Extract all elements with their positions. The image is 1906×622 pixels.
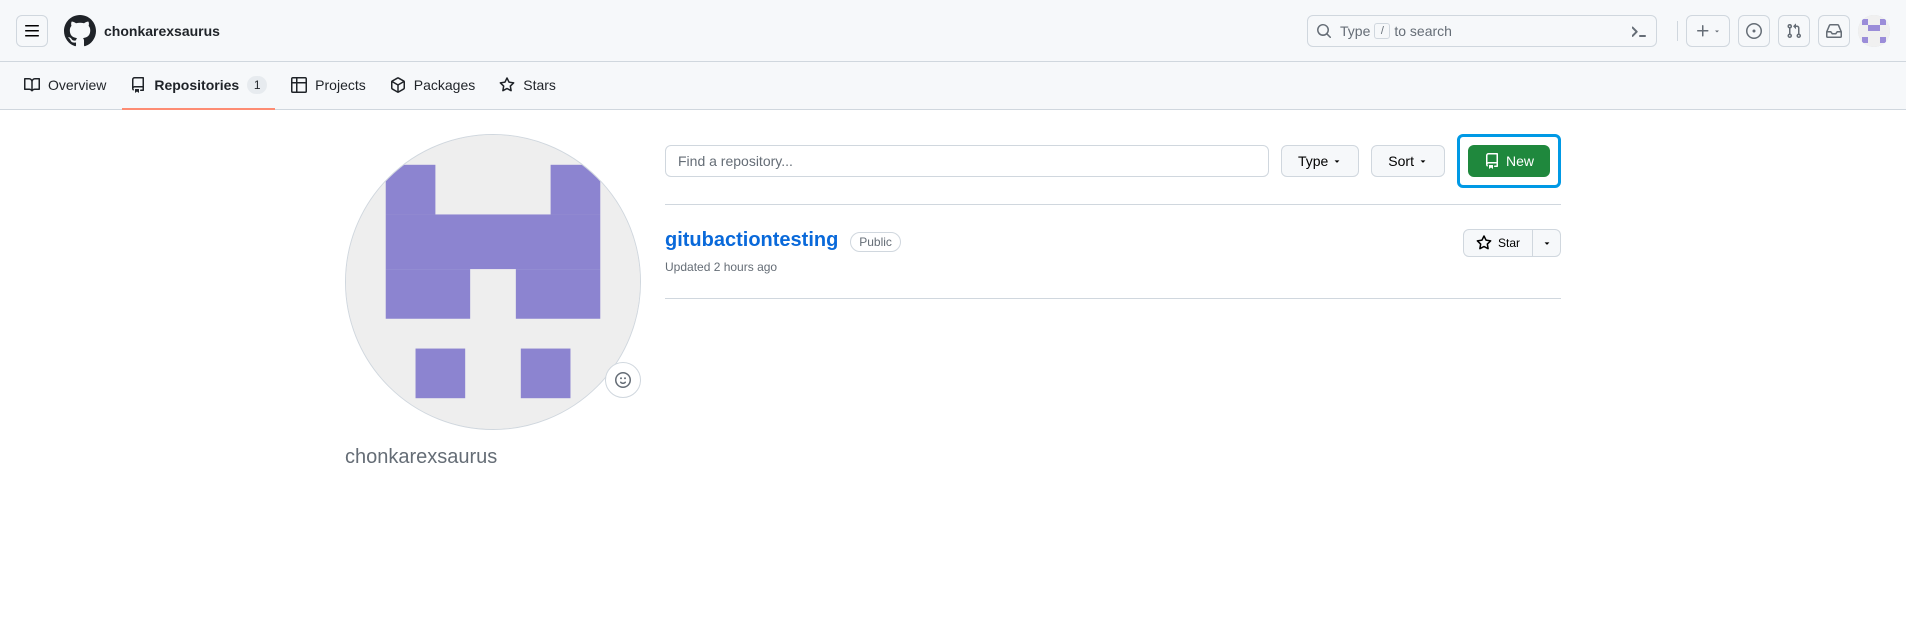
set-status-button[interactable] <box>605 362 641 398</box>
repo-updated-text: Updated 2 hours ago <box>665 260 901 274</box>
git-pull-request-icon <box>1786 23 1802 39</box>
tab-overview-label: Overview <box>48 77 106 93</box>
new-repository-button[interactable]: New <box>1468 145 1550 177</box>
tab-stars[interactable]: Stars <box>491 62 564 110</box>
star-icon <box>499 77 515 93</box>
three-bars-icon <box>24 23 40 39</box>
plus-icon <box>1695 23 1711 39</box>
user-avatar-large[interactable] <box>345 134 641 430</box>
new-button-highlight: New <box>1457 134 1561 188</box>
type-filter-label: Type <box>1298 153 1328 169</box>
tab-overview[interactable]: Overview <box>16 62 114 110</box>
repo-icon <box>130 77 146 93</box>
book-icon <box>24 77 40 93</box>
search-placeholder: Type / to search <box>1340 23 1632 39</box>
sort-filter-label: Sort <box>1388 153 1414 169</box>
table-icon <box>291 77 307 93</box>
identicon-small-icon <box>1858 15 1890 47</box>
tab-repositories-label: Repositories <box>154 77 239 93</box>
sidebar-username: chonkarexsaurus <box>345 446 641 469</box>
issue-opened-icon <box>1746 23 1762 39</box>
repo-visibility-badge: Public <box>850 232 901 252</box>
repo-toolbar: Type Sort New <box>665 134 1561 188</box>
header-divider <box>1677 21 1678 41</box>
global-header: chonkarexsaurus Type / to search <box>0 0 1906 62</box>
star-icon <box>1476 235 1492 251</box>
profile-tabs: Overview Repositories 1 Projects Package… <box>0 62 1906 110</box>
find-repository-input[interactable] <box>665 145 1269 177</box>
triangle-down-icon <box>1542 238 1552 248</box>
issues-button[interactable] <box>1738 15 1770 47</box>
package-icon <box>390 77 406 93</box>
type-filter-dropdown[interactable]: Type <box>1281 145 1359 177</box>
repo-content: Type Sort New <box>665 134 1561 469</box>
profile-sidebar: chonkarexsaurus <box>345 134 641 469</box>
identicon-large-icon <box>346 135 640 429</box>
search-input[interactable]: Type / to search <box>1307 15 1657 47</box>
star-button-group: Star <box>1463 229 1561 257</box>
tab-projects-label: Projects <box>315 77 366 93</box>
main-content: chonkarexsaurus Type Sort <box>313 110 1593 493</box>
star-dropdown-button[interactable] <box>1533 229 1561 257</box>
triangle-down-icon <box>1332 156 1342 166</box>
smiley-icon <box>615 372 631 388</box>
star-button-label: Star <box>1498 236 1520 250</box>
triangle-down-icon <box>1713 27 1721 35</box>
sort-filter-dropdown[interactable]: Sort <box>1371 145 1445 177</box>
tab-stars-label: Stars <box>523 77 556 93</box>
repo-icon <box>1484 153 1500 169</box>
user-avatar-small[interactable] <box>1858 15 1890 47</box>
tab-repositories[interactable]: Repositories 1 <box>122 62 275 110</box>
star-button[interactable]: Star <box>1463 229 1533 257</box>
search-icon <box>1316 23 1332 39</box>
command-palette-icon <box>1632 23 1648 39</box>
notifications-button[interactable] <box>1818 15 1850 47</box>
repositories-count-badge: 1 <box>247 76 267 94</box>
triangle-down-icon <box>1418 156 1428 166</box>
tab-packages-label: Packages <box>414 77 475 93</box>
repo-list-item: gitubactiontesting Public Updated 2 hour… <box>665 204 1561 299</box>
tab-projects[interactable]: Projects <box>283 62 374 110</box>
new-button-label: New <box>1506 153 1534 169</box>
inbox-icon <box>1826 23 1842 39</box>
github-logo-icon[interactable] <box>64 15 96 47</box>
header-username-link[interactable]: chonkarexsaurus <box>104 23 220 39</box>
search-kbd-icon: / <box>1374 23 1390 39</box>
repo-name-link[interactable]: gitubactiontesting <box>665 229 838 252</box>
hamburger-menu-button[interactable] <box>16 15 48 47</box>
create-new-dropdown[interactable] <box>1686 15 1730 47</box>
pull-requests-button[interactable] <box>1778 15 1810 47</box>
tab-packages[interactable]: Packages <box>382 62 483 110</box>
